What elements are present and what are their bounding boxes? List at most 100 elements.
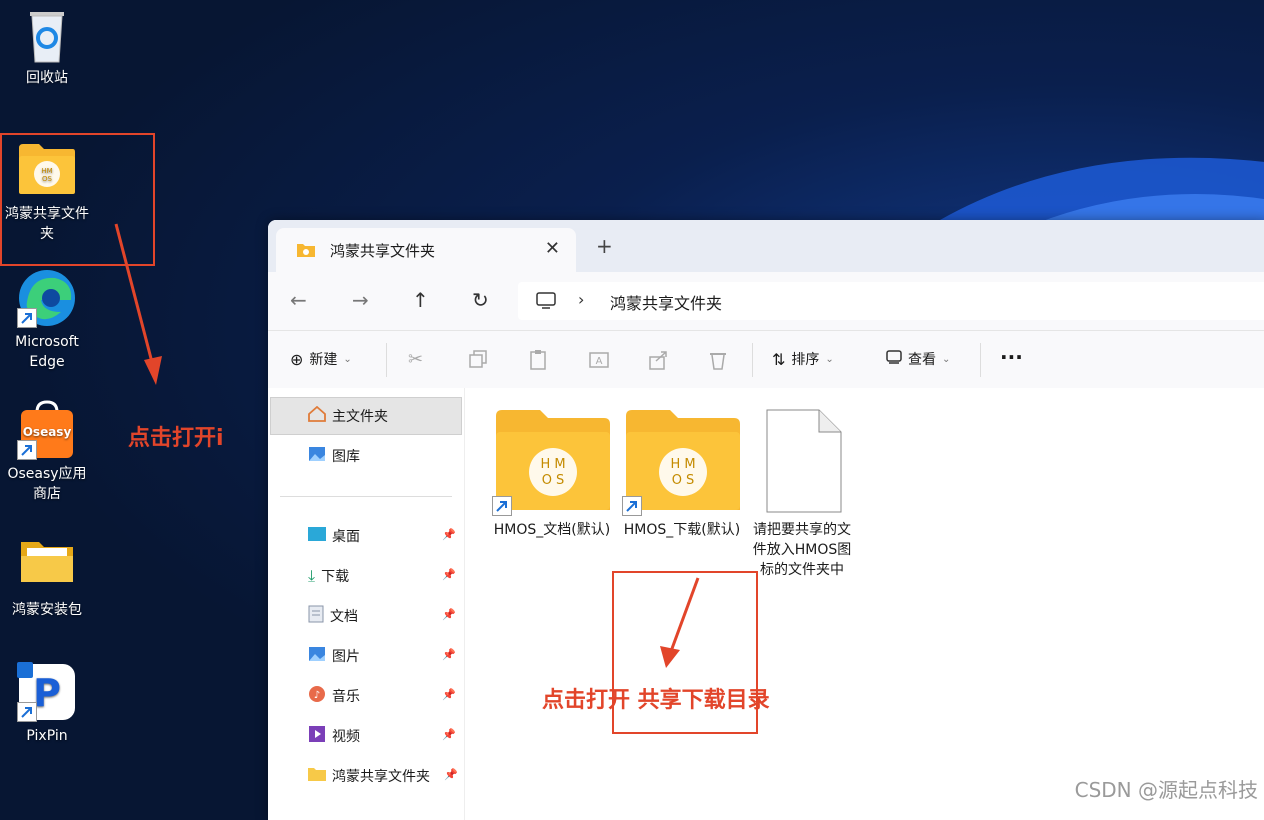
sidebar-item-shared-folder[interactable]: 鸿蒙共享文件夹 📌 — [308, 764, 458, 788]
svg-text:P: P — [33, 671, 61, 715]
desktop-icon-microsoft-edge[interactable]: Microsoft Edge — [2, 268, 92, 372]
desktop-icon-recycle-bin[interactable]: 回收站 — [2, 8, 92, 88]
toolbar-divider — [980, 343, 981, 377]
sidebar-item-videos[interactable]: 视频 📌 — [308, 724, 456, 748]
desktop-icon-oseasy-store[interactable]: Oseasy Oseasy应用商店 — [2, 400, 92, 504]
annotation-arrow-bottom — [660, 577, 700, 668]
file-item-instruction-text[interactable]: 请把要共享的文件放入HMOS图标的文件夹中 — [747, 406, 857, 580]
command-bar: ⊕ 新建 ⌄ ✂ A ⇅ 排序 ⌄ 查看 ⌄ ··· — [268, 331, 1264, 390]
folder-icon — [17, 536, 77, 596]
new-button[interactable]: ⊕ 新建 ⌄ — [290, 349, 352, 369]
paste-icon[interactable] — [528, 349, 550, 371]
watermark: CSDN @源起点科技 — [1074, 778, 1258, 802]
pin-icon[interactable]: 📌 — [442, 528, 456, 541]
file-explorer-window[interactable]: 鸿蒙共享文件夹 ✕ + ← → ↑ ↻ › 鸿蒙共享文件夹 ⊕ 新建 ⌄ ✂ A… — [268, 220, 1264, 820]
desktop-icon-pixpin[interactable]: P PixPin — [2, 662, 92, 746]
pin-icon[interactable]: 📌 — [442, 728, 456, 741]
pin-icon[interactable]: 📌 — [442, 688, 456, 701]
annotation-text-left: 点击打开i — [128, 426, 224, 451]
refresh-icon[interactable]: ↻ — [472, 288, 489, 312]
download-icon: ⤓ — [308, 566, 316, 585]
sidebar-item-label: 图片 — [332, 649, 360, 665]
shortcut-arrow-icon — [17, 702, 37, 722]
file-name: HMOS_下载(默认) — [623, 522, 741, 538]
view-icon — [886, 350, 902, 368]
svg-text:HM: HM — [41, 167, 52, 175]
home-icon — [308, 405, 326, 426]
sidebar-divider — [280, 496, 452, 497]
shortcut-arrow-icon — [622, 496, 642, 516]
annotation-arrow-left — [114, 223, 162, 385]
desktop-icon-label: PixPin — [26, 728, 68, 744]
copy-icon[interactable] — [468, 349, 490, 371]
chevron-down-icon: ⌄ — [343, 353, 352, 365]
tab-shared-folder[interactable]: 鸿蒙共享文件夹 ✕ — [276, 228, 576, 272]
more-options-label: ··· — [1000, 345, 1023, 369]
navigation-bar: ← → ↑ ↻ › 鸿蒙共享文件夹 — [268, 272, 1264, 331]
desktop-icon-label: 鸿蒙共享文件夹 — [5, 206, 89, 242]
hmos-folder-icon: HM OS — [17, 140, 77, 200]
shortcut-arrow-icon — [17, 440, 37, 460]
navigation-pane: 主文件夹 图库 桌面 📌 ⤓ 下载 📌 文档 📌 图片 📌 ♪ 音乐 📌 视频 … — [268, 388, 465, 820]
desktop-icon-label: Microsoft Edge — [15, 334, 79, 370]
sidebar-item-label: 桌面 — [332, 529, 360, 545]
annotation-text-bottom: 点击打开 共享下载目录 — [542, 688, 770, 713]
pin-icon[interactable]: 📌 — [442, 648, 456, 661]
svg-text:A: A — [596, 356, 603, 367]
tab-title: 鸿蒙共享文件夹 — [330, 242, 436, 260]
rename-icon[interactable]: A — [588, 349, 610, 371]
desktop-icon-label: 鸿蒙安装包 — [12, 602, 82, 618]
pin-icon[interactable]: 📌 — [442, 568, 456, 581]
shortcut-arrow-icon — [492, 496, 512, 516]
delete-icon[interactable] — [708, 349, 730, 371]
sidebar-item-music[interactable]: ♪ 音乐 📌 — [308, 684, 456, 708]
view-button-label: 查看 — [908, 352, 936, 368]
desktop-icon-hongmeng-shared-folder[interactable]: HM OS 鸿蒙共享文件夹 — [2, 140, 92, 244]
file-item-hmos-downloads[interactable]: H MO S HMOS_下载(默认) — [617, 406, 747, 540]
file-item-hmos-documents[interactable]: H MO S HMOS_文档(默认) — [487, 406, 617, 540]
share-icon[interactable] — [648, 349, 670, 371]
plus-circle-icon: ⊕ — [290, 349, 304, 369]
cut-icon[interactable]: ✂ — [408, 349, 430, 371]
desktop-folder-icon — [308, 527, 326, 545]
shortcut-arrow-icon — [17, 308, 37, 328]
gallery-icon — [308, 446, 326, 466]
blank-file-icon — [757, 406, 847, 516]
sidebar-item-documents[interactable]: 文档 📌 — [308, 604, 456, 628]
sort-button[interactable]: ⇅ 排序 ⌄ — [772, 349, 834, 369]
hmos-folder-icon: H MO S — [492, 406, 612, 516]
explorer-body: 主文件夹 图库 桌面 📌 ⤓ 下载 📌 文档 📌 图片 📌 ♪ 音乐 📌 视频 … — [268, 388, 1264, 820]
computer-icon — [536, 292, 556, 314]
up-arrow-icon[interactable]: ↑ — [412, 288, 429, 312]
file-name: HMOS_文档(默认) — [493, 522, 611, 538]
close-tab-icon[interactable]: ✕ — [545, 238, 560, 259]
address-bar[interactable]: › 鸿蒙共享文件夹 — [518, 282, 1264, 320]
svg-text:H M: H M — [540, 457, 565, 472]
sidebar-item-downloads[interactable]: ⤓ 下载 📌 — [308, 564, 456, 588]
chevron-right-icon: › — [578, 290, 585, 309]
sidebar-item-label: 文档 — [330, 609, 358, 625]
sidebar-item-desktop[interactable]: 桌面 📌 — [308, 524, 456, 548]
pixpin-icon: P — [17, 662, 77, 722]
picture-icon — [308, 646, 326, 666]
sidebar-item-gallery[interactable]: 图库 — [308, 444, 360, 468]
view-button[interactable]: 查看 ⌄ — [886, 349, 950, 369]
folder-icon — [296, 242, 316, 262]
svg-text:H M: H M — [670, 457, 695, 472]
desktop-icon-label: Oseasy应用商店 — [7, 466, 87, 502]
checkbox-icon — [17, 662, 33, 678]
sidebar-item-label: 下载 — [321, 569, 350, 585]
pin-icon[interactable]: 📌 — [444, 768, 458, 781]
video-icon — [308, 725, 326, 747]
sidebar-item-home[interactable]: 主文件夹 — [308, 404, 388, 428]
sidebar-item-label: 主文件夹 — [332, 409, 388, 425]
more-options-button[interactable]: ··· — [1000, 345, 1023, 369]
back-arrow-icon[interactable]: ← — [290, 288, 307, 312]
toolbar-divider — [386, 343, 387, 377]
forward-arrow-icon[interactable]: → — [352, 288, 369, 312]
desktop-icon-hongmeng-install-package[interactable]: 鸿蒙安装包 — [2, 536, 92, 620]
new-tab-icon[interactable]: + — [596, 234, 613, 258]
sidebar-item-pictures[interactable]: 图片 📌 — [308, 644, 456, 668]
pin-icon[interactable]: 📌 — [442, 608, 456, 621]
svg-text:O S: O S — [672, 473, 695, 488]
